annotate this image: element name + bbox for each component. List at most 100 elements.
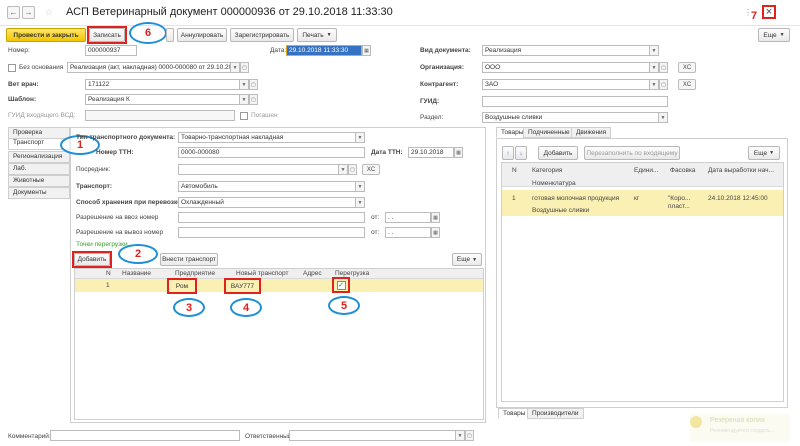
contractor-input[interactable]: ЗАО [482,79,650,90]
goods-row-n: 1 [512,195,516,202]
col-address: Адрес [303,270,322,277]
contractor-open-icon[interactable]: ▢ [659,79,668,90]
goods-row-unit: кг [634,195,640,202]
post-and-close-button[interactable]: Провести и закрыть [6,28,86,42]
sidebar-item-lab[interactable]: Лаб. исследования [8,163,70,182]
section-label: Раздел: [420,114,444,121]
sidebar-item-regionalization[interactable]: Регионализация [8,151,70,163]
intermediary-xc-button[interactable]: XC [362,164,380,175]
vet-input[interactable]: 171122 [85,79,240,90]
col-enterprise: Предприятие [175,270,216,277]
org-dropdown-icon[interactable]: ▼ [650,62,659,73]
ttn-date-input[interactable]: 29.10.2018 [408,147,454,158]
guid-input[interactable] [482,96,668,107]
doc-kind-dropdown-icon[interactable]: ▼ [650,45,659,56]
intermediary-input[interactable] [178,164,339,175]
tab-movements[interactable]: Движения [571,127,612,138]
calendar-icon[interactable]: ▦ [431,212,440,223]
doc-kind-input[interactable]: Реализация [482,45,650,56]
register-button[interactable]: Зарегистрировать [230,28,294,42]
section-input[interactable]: Воздушные сливки [482,112,659,123]
goods-row-pack: "Коро... пласт... [668,195,691,210]
transport-dropdown-icon[interactable]: ▼ [356,181,365,192]
intermediary-dropdown-icon[interactable]: ▼ [339,164,348,175]
transport-input[interactable]: Автомобиль [178,181,356,192]
add-reload-button[interactable]: Добавить [74,253,110,266]
import-date-input[interactable]: . . [385,212,431,223]
row-transport[interactable]: ВАУ777 [224,278,261,294]
responsible-input[interactable] [289,430,456,441]
move-up-button[interactable]: ↑ [502,146,514,160]
move-down-button[interactable]: ↓ [515,146,527,160]
reload-checkbox[interactable]: ✓ [336,280,346,290]
goods-row-date: 24.10.2018 12:45:00 [708,195,768,202]
contractor-dropdown-icon[interactable]: ▼ [650,79,659,90]
template-dropdown-icon[interactable]: ▼ [240,94,249,105]
export-date-input[interactable]: . . [385,227,431,238]
warning-icon [690,416,702,428]
import-permit-input[interactable] [178,212,365,223]
enter-transport-button[interactable]: Внести транспорт [160,253,218,266]
template-open-icon[interactable]: ▢ [249,94,258,105]
section-dropdown-icon[interactable]: ▼ [659,112,668,123]
storage-input[interactable]: Охлажденный [178,197,356,208]
number-input[interactable]: 000000937 [85,45,137,56]
export-from-label: от: [371,229,380,236]
backup-notification[interactable]: Резервная копия Рекомендуется создать... [690,414,790,442]
comment-input[interactable] [50,430,240,441]
doc-type-dropdown-icon[interactable]: ▼ [356,132,365,143]
calendar-icon[interactable]: ▦ [454,147,463,158]
toolbar-spacer-button[interactable] [166,28,174,42]
basis-dropdown-icon[interactable]: ▼ [231,62,240,73]
bottom-tab-producers[interactable]: Производители [527,408,584,419]
refill-button[interactable]: Перезаполнить по входящему [584,146,680,160]
doc-kind-label: Вид документа: [420,47,471,54]
bottom-tab-goods[interactable]: Товары [498,408,531,419]
storage-dropdown-icon[interactable]: ▼ [356,197,365,208]
contractor-xc-button[interactable]: XC [678,79,696,90]
import-from-label: от: [371,214,380,221]
annotation-2: 2 [118,244,158,264]
forward-button[interactable]: → [22,6,35,19]
no-basis-checkbox[interactable] [8,64,16,72]
more-button[interactable]: Еще ▼ [758,28,790,42]
calendar-icon[interactable]: ▦ [362,45,371,56]
sidebar-item-animals[interactable]: Животные [8,175,70,187]
col-name: Название [122,270,152,277]
vet-label: Вет врач: [8,81,39,88]
add-goods-button[interactable]: Добавить [538,146,578,160]
repaid-checkbox[interactable] [240,112,248,120]
basis-open-icon[interactable]: ▢ [240,62,249,73]
save-button[interactable]: Записать [89,28,125,42]
calendar-icon[interactable]: ▦ [431,227,440,238]
tab-subordinate[interactable]: Подчиненные [523,127,575,138]
back-button[interactable]: ← [7,6,20,19]
col-n: N [106,270,111,277]
ttn-number-input[interactable]: 0000-000080 [178,147,365,158]
org-input[interactable]: ООО [482,62,650,73]
doc-type-input[interactable]: Товарно-транспортная накладная [178,132,356,143]
annotation-4: 4 [230,298,262,317]
guid-incoming-input[interactable] [85,110,235,121]
vet-open-icon[interactable]: ▢ [249,79,258,90]
row-enterprise[interactable]: Ром [167,278,197,294]
table-row[interactable] [75,279,483,292]
print-button[interactable]: Печать ▼ [297,28,337,42]
responsible-dropdown-icon[interactable]: ▼ [456,430,465,441]
vet-dropdown-icon[interactable]: ▼ [240,79,249,90]
star-icon[interactable]: ☆ [44,6,54,18]
sidebar-item-documents[interactable]: Документы [8,187,70,199]
reload-more-button[interactable]: Еще ▼ [452,253,482,266]
org-open-icon[interactable]: ▢ [659,62,668,73]
goods-more-button[interactable]: Еще ▼ [748,146,780,160]
org-xc-button[interactable]: XC [678,62,696,73]
no-basis-label: Без основания [19,64,64,71]
export-permit-input[interactable] [178,227,365,238]
basis-input[interactable]: Реализация (акт, накладная) 0000-000080 … [67,62,231,73]
annul-button[interactable]: Аннулировать [177,28,227,42]
responsible-open-icon[interactable]: ▢ [465,430,474,441]
intermediary-open-icon[interactable]: ▢ [348,164,357,175]
goods-col-nomenclature: Номенклатура [532,180,576,187]
template-input[interactable]: Реализация К [85,94,240,105]
date-input[interactable]: 29.10.2018 11:33:30 [286,45,362,56]
